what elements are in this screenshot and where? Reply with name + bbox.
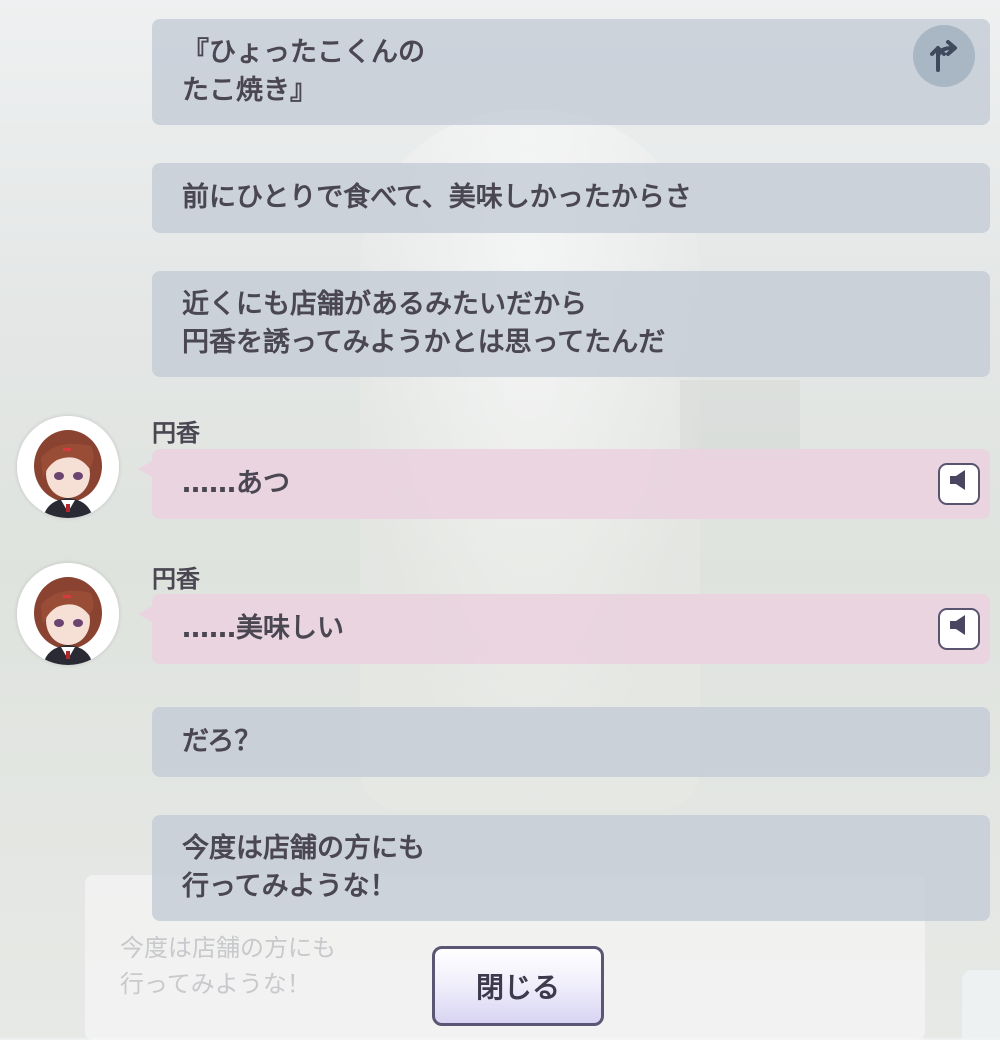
character-portrait-icon: [17, 563, 119, 665]
voice-play-button[interactable]: [938, 463, 980, 505]
character-bubble: ……美味しい: [138, 594, 990, 664]
narration-bubble: だろ？: [152, 707, 990, 777]
narration-bubble: 今度は店舗の方にも 行ってみような！: [152, 815, 990, 921]
branch-choice-button[interactable]: [913, 25, 975, 87]
speaker-name: 円香: [152, 419, 200, 447]
character-bubble: ……あつ: [138, 449, 990, 519]
message-text: 前にひとりで食べて、美味しかったからさ: [182, 182, 692, 213]
speaker-name: 円香: [152, 565, 200, 593]
background-side-tab: [962, 970, 1000, 1040]
character-avatar: [17, 416, 119, 518]
message-text: 近くにも店舗があるみたいだから 円香を誘ってみようかとは思ってたんだ: [182, 289, 666, 358]
background-buildings: [680, 380, 800, 460]
message-text: ……あつ: [182, 468, 290, 499]
message-text: ……美味しい: [182, 613, 344, 644]
speaker-icon: [947, 610, 971, 648]
speaker-icon: [947, 465, 971, 503]
close-button[interactable]: 閉じる: [432, 946, 604, 1026]
background-faded-text: 今度は店舗の方にも 行ってみような！: [120, 934, 336, 998]
message-text: 『ひょったこくんの たこ焼き』: [182, 37, 425, 106]
narration-bubble: 近くにも店舗があるみたいだから 円香を誘ってみようかとは思ってたんだ: [152, 271, 990, 377]
branch-arrow-icon: [924, 34, 964, 78]
message-text: だろ？: [182, 726, 262, 757]
narration-bubble: 前にひとりで食べて、美味しかったからさ: [152, 163, 990, 233]
character-portrait-icon: [17, 416, 119, 518]
character-avatar: [17, 563, 119, 665]
narration-bubble: 『ひょったこくんの たこ焼き』: [152, 19, 990, 125]
message-text: 今度は店舗の方にも 行ってみような！: [182, 833, 425, 902]
voice-play-button[interactable]: [938, 608, 980, 650]
